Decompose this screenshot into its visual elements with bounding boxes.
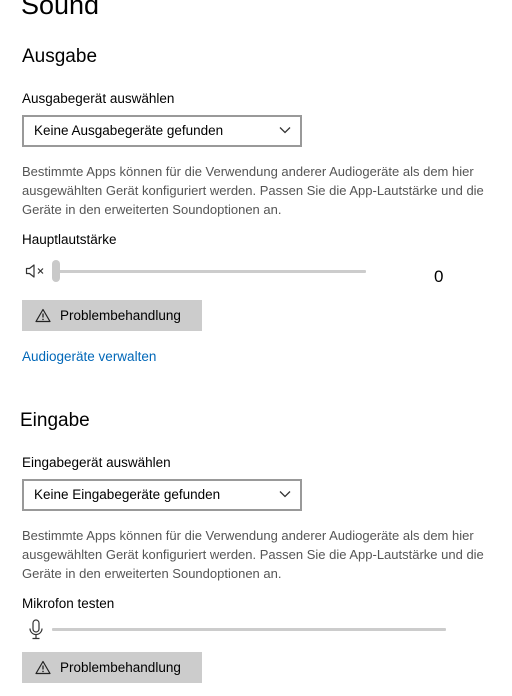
- page-title: Sound: [21, 0, 100, 20]
- output-troubleshoot-button[interactable]: Problembehandlung: [22, 300, 202, 331]
- warning-triangle-icon: [35, 308, 51, 323]
- output-device-selected: Keine Ausgabegeräte gefunden: [34, 123, 224, 138]
- chevron-down-icon: [279, 490, 291, 498]
- master-volume-value: 0: [434, 267, 444, 286]
- input-device-dropdown[interactable]: Keine Eingabegeräte gefunden: [22, 479, 302, 511]
- mic-level-meter: [52, 628, 446, 631]
- input-troubleshoot-label: Problembehandlung: [60, 660, 181, 675]
- manage-audio-devices-link[interactable]: Audiogeräte verwalten: [22, 348, 156, 366]
- input-device-selected: Keine Eingabegeräte gefunden: [34, 487, 221, 502]
- chevron-down-icon: [279, 126, 291, 134]
- output-heading: Ausgabe: [22, 46, 98, 67]
- output-description: Bestimmte Apps können für die Verwendung…: [22, 164, 484, 217]
- input-description: Bestimmte Apps können für die Verwendung…: [22, 528, 484, 581]
- output-troubleshoot-label: Problembehandlung: [60, 308, 181, 323]
- master-volume-label: Hauptlautstärke: [22, 232, 117, 247]
- input-heading: Eingabe: [20, 410, 90, 431]
- input-device-label: Eingabegerät auswählen: [22, 455, 171, 470]
- mic-test-label: Mikrofon testen: [22, 596, 115, 611]
- master-volume-slider[interactable]: [52, 260, 366, 282]
- input-troubleshoot-button[interactable]: Problembehandlung: [22, 652, 202, 683]
- output-device-dropdown[interactable]: Keine Ausgabegeräte gefunden: [22, 115, 302, 147]
- output-device-label: Ausgabegerät auswählen: [22, 91, 175, 106]
- warning-triangle-icon: [35, 660, 51, 675]
- master-volume-thumb[interactable]: [52, 260, 60, 282]
- speaker-muted-icon[interactable]: [25, 263, 47, 279]
- microphone-icon: [28, 619, 44, 641]
